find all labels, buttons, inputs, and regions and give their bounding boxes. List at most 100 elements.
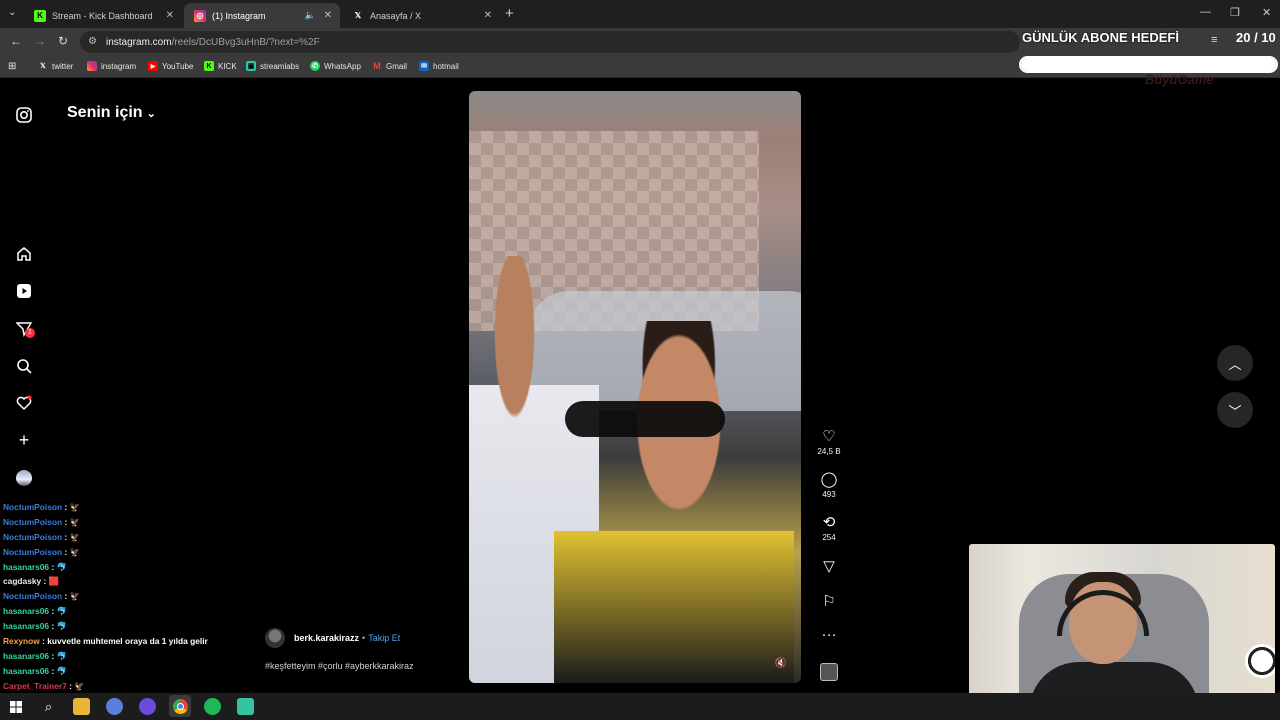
bookmark-kick[interactable]: K KICK [204, 61, 237, 71]
close-tab-icon[interactable]: ✕ [484, 10, 492, 21]
windows-start-icon[interactable] [7, 698, 24, 715]
url-path: /reels/DcUBvg3uHnB/?next=%2F [171, 36, 320, 48]
previous-reel-button[interactable]: ︿ [1217, 345, 1253, 381]
instagram-logo-icon[interactable] [15, 106, 33, 124]
new-tab-button[interactable]: + [505, 5, 514, 22]
bookmark-icon: ⚐ [822, 593, 836, 610]
app-icon[interactable] [106, 698, 123, 715]
chat-username[interactable]: NoctumPoison [3, 517, 62, 527]
chat-message: NoctumPoison : 🦅 [3, 530, 243, 545]
close-tab-icon[interactable]: ✕ [324, 10, 332, 21]
video-frame [554, 321, 794, 683]
chat-username[interactable]: hasanars06 [3, 562, 49, 572]
webcam-feed [969, 544, 1275, 716]
chat-username[interactable]: NoctumPoison [3, 591, 62, 601]
save-button[interactable]: ⚐ [815, 594, 843, 610]
streamlabs-icon: ▣ [246, 61, 256, 71]
x-icon: 𝕏 [354, 11, 362, 20]
tab-x[interactable]: 𝕏 Anasayfa / X ✕ [342, 3, 500, 28]
reels-icon[interactable] [15, 282, 33, 300]
restore-icon[interactable]: ❐ [1230, 6, 1240, 19]
search-icon[interactable]: ⌕ [40, 698, 57, 715]
media-controls-icon[interactable]: ≡ [1211, 34, 1217, 46]
bookmark-streamlabs[interactable]: ▣ streamlabs [246, 61, 299, 71]
chevron-down-icon: ⌄ [146, 108, 156, 120]
chat-username[interactable]: hasanars06 [3, 666, 49, 676]
file-explorer-icon[interactable] [73, 698, 90, 715]
apps-grid-icon[interactable]: ⊞ [8, 61, 16, 72]
reel-caption[interactable]: #keşfetteyim #çorlu #ayberkkarakiraz [265, 661, 414, 671]
brand-watermark-logo: BüyüGame [1145, 72, 1214, 87]
chat-text: : [51, 561, 55, 572]
address-bar[interactable]: ⚙ instagram.com/reels/DcUBvg3uHnB/?next=… [80, 31, 1020, 53]
more-options-button[interactable]: ··· [815, 627, 843, 643]
comment-button[interactable]: ◯ 493 [815, 471, 843, 500]
feed-selector[interactable]: Senin için ⌄ [67, 104, 156, 122]
chat-emote: 🦅 [69, 502, 80, 512]
gmail-icon: M [373, 61, 381, 71]
chat-text: : [51, 650, 55, 661]
home-icon[interactable] [15, 245, 33, 263]
tab-title: (1) Instagram [212, 10, 266, 21]
bookmark-instagram[interactable]: instagram [87, 61, 136, 71]
app-icon[interactable] [139, 698, 156, 715]
bookmark-hotmail[interactable]: ✉ hotmail [419, 61, 459, 71]
repost-button[interactable]: ⟲ 254 [815, 515, 843, 543]
profile-avatar[interactable] [15, 469, 33, 487]
chat-username[interactable]: hasanars06 [3, 621, 49, 631]
next-reel-button[interactable]: ﹀ [1217, 392, 1253, 428]
bookmark-whatsapp[interactable]: ✆ WhatsApp [310, 61, 361, 71]
tab-search-chevron-icon[interactable]: ⌄ [8, 7, 16, 18]
search-icon[interactable] [15, 357, 33, 375]
author-username[interactable]: berk.karakirazz [294, 633, 359, 643]
bookmark-label: twitter [52, 61, 74, 71]
outlook-icon: ✉ [419, 61, 429, 71]
notifications-icon[interactable] [15, 394, 33, 412]
chat-username[interactable]: Rexynow [3, 636, 40, 646]
bookmark-gmail[interactable]: M Gmail [372, 61, 407, 71]
chat-username[interactable]: NoctumPoison [3, 502, 62, 512]
share-button[interactable]: ▽ [815, 559, 843, 575]
chat-text: : [69, 680, 72, 691]
streamlabs-icon[interactable] [237, 698, 254, 715]
chat-emote: 🐬 [56, 621, 67, 632]
volume-icon[interactable]: 🔇 [775, 658, 787, 669]
bookmark-youtube[interactable]: ▶ YouTube [148, 61, 193, 71]
audio-thumbnail[interactable] [820, 663, 838, 681]
chat-emote: 🐬 [56, 561, 67, 572]
tab-kick-dashboard[interactable]: K Stream - Kick Dashboard ✕ [24, 3, 182, 28]
comment-icon: ◯ [820, 471, 838, 488]
chevron-up-icon: ︿ [1228, 356, 1242, 372]
chat-username[interactable]: hasanars06 [3, 651, 49, 661]
reload-icon[interactable]: ↻ [58, 34, 68, 48]
close-window-icon[interactable]: ✕ [1262, 6, 1271, 19]
chat-username[interactable]: Carpet_Trainer7 [3, 681, 67, 691]
follow-button[interactable]: Takip Et [368, 633, 400, 643]
spotify-icon[interactable] [204, 698, 221, 715]
messages-icon[interactable]: 1 [15, 320, 35, 338]
tab-instagram[interactable]: ◎ (1) Instagram 🔈 ✕ [184, 3, 340, 28]
bookmark-twitter[interactable]: 𝕏 twitter [38, 61, 73, 71]
author-avatar[interactable] [265, 628, 285, 648]
kick-icon: K [204, 61, 214, 71]
chat-username[interactable]: hasanars06 [3, 606, 49, 616]
like-button[interactable]: ♡ 24,5 B [815, 428, 843, 457]
feed-title: Senin için [67, 104, 143, 121]
chat-username[interactable]: NoctumPoison [3, 532, 62, 542]
create-icon[interactable]: + [15, 430, 33, 450]
site-info-icon[interactable]: ⚙ [88, 36, 97, 47]
chevron-down-icon: ﹀ [1228, 403, 1242, 419]
speaker-icon[interactable]: 🔈 [305, 10, 316, 21]
chat-username[interactable]: cagdasky [3, 576, 41, 586]
stream-chat-overlay: NoctumPoison : 🦅 NoctumPoison : 🦅 NoctumPo… [3, 500, 243, 694]
close-tab-icon[interactable]: ✕ [166, 10, 174, 21]
back-icon[interactable]: ← [10, 34, 22, 48]
chat-emote: 🟥 [48, 576, 60, 587]
heart-icon: ♡ [822, 428, 836, 445]
forward-icon[interactable]: → [34, 34, 46, 48]
chat-username[interactable]: NoctumPoison [3, 547, 62, 557]
reel-video[interactable]: 🔇 [469, 91, 801, 683]
minimize-icon[interactable]: — [1200, 6, 1211, 18]
chat-text: : [64, 516, 68, 527]
chrome-icon[interactable] [169, 695, 191, 717]
